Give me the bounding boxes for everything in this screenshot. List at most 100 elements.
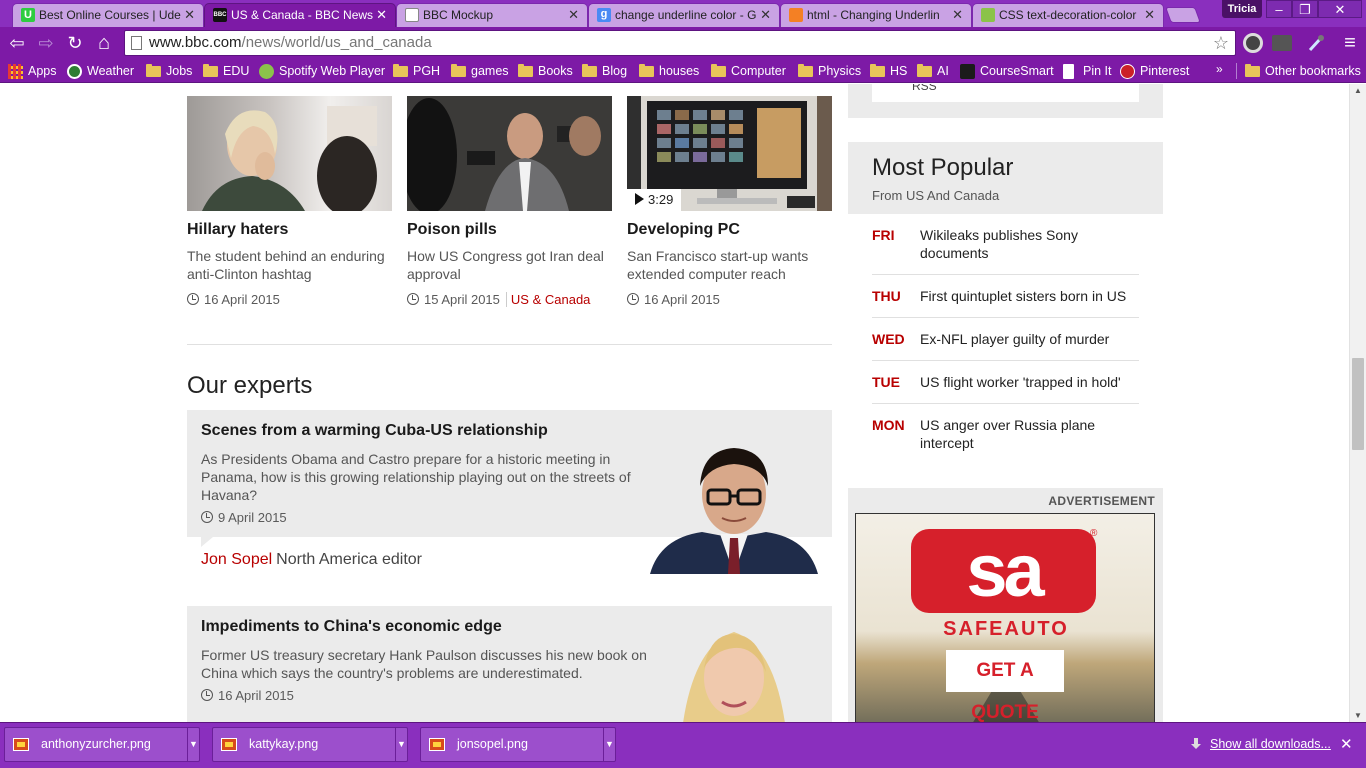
get-a-quote-button[interactable]: GET A QUOTE	[946, 650, 1064, 722]
popular-headline[interactable]: Ex-NFL player guilty of murder	[920, 331, 1109, 347]
tab-close-icon[interactable]: ✕	[184, 4, 195, 26]
address-bar[interactable]: www.bbc.com/news/world/us_and_canada ☆	[124, 30, 1236, 56]
bookmark-books[interactable]: Books	[518, 62, 573, 80]
bbc-favicon-icon: BBC	[213, 8, 227, 22]
download-item[interactable]: anthonyzurcher.png ▼	[4, 727, 200, 762]
popular-headline[interactable]: First quintuplet sisters born in US	[920, 288, 1126, 304]
bookmark-apps[interactable]: Apps	[8, 62, 57, 80]
bookmark-edu[interactable]: EDU	[203, 62, 249, 80]
download-arrow-icon	[1191, 738, 1201, 749]
clapperboard-extension-icon[interactable]	[1272, 35, 1292, 51]
tab-close-icon[interactable]: ✕	[760, 4, 771, 26]
bookmark-pinterest[interactable]: Pinterest	[1120, 62, 1189, 80]
safeauto-logo: sa	[911, 529, 1096, 613]
bookmark-weather[interactable]: Weather	[67, 62, 134, 80]
tab-google-search[interactable]: g change underline color - G ✕	[588, 3, 780, 27]
story-headline[interactable]: Hillary haters	[187, 221, 392, 239]
bookmark-ai[interactable]: AI	[917, 62, 949, 80]
expert-card[interactable]: Scenes from a warming Cuba-US relationsh…	[187, 410, 832, 574]
weather-icon	[67, 64, 82, 79]
profile-button[interactable]: Tricia	[1222, 0, 1262, 18]
scrollbar-thumb[interactable]	[1352, 358, 1364, 450]
maximize-button[interactable]: ❐	[1292, 0, 1318, 18]
download-menu-chevron-icon[interactable]: ▼	[187, 728, 199, 761]
tab-label: US & Canada - BBC News	[231, 8, 374, 22]
clock-icon	[407, 293, 419, 305]
tab-bbc-mockup[interactable]: BBC Mockup ✕	[396, 3, 588, 27]
most-popular-title: Most Popular	[872, 154, 1014, 181]
bookmark-computer[interactable]: Computer	[711, 62, 786, 80]
story-thumbnail[interactable]: 3:29	[627, 96, 832, 211]
bookmark-coursesmart[interactable]: CourseSmart	[960, 62, 1054, 80]
page-scrollbar[interactable]: ▲ ▼	[1349, 84, 1366, 722]
forward-button[interactable]: ⇨	[36, 33, 56, 53]
popular-headline[interactable]: US flight worker 'trapped in hold'	[920, 374, 1121, 390]
home-button[interactable]: ⌂	[94, 33, 114, 53]
bookmark-star-icon[interactable]: ☆	[1213, 31, 1229, 55]
download-item[interactable]: jonsopel.png ▼	[420, 727, 616, 762]
download-menu-chevron-icon[interactable]: ▼	[395, 728, 407, 761]
coursesmart-icon	[960, 64, 975, 79]
scroll-up-arrow-icon[interactable]: ▲	[1354, 86, 1362, 95]
chrome-menu-button[interactable]: ≡	[1340, 33, 1360, 53]
story-card[interactable]: Hillary haters The student behind an end…	[187, 96, 392, 307]
bookmark-jobs[interactable]: Jobs	[146, 62, 192, 80]
story-section-tag[interactable]: US & Canada	[505, 292, 591, 307]
bookmark-spotify[interactable]: Spotify Web Player	[259, 62, 385, 80]
story-card[interactable]: Poison pills How US Congress got Iran de…	[407, 96, 612, 307]
expert-description: Former US treasury secretary Hank Paulso…	[201, 647, 647, 681]
expert-author-link[interactable]: Jon Sopel	[201, 551, 272, 568]
bookmark-pin-it[interactable]: Pin It	[1063, 62, 1112, 80]
chrome-extension-icon[interactable]	[1243, 33, 1263, 53]
story-thumbnail[interactable]	[407, 96, 612, 211]
back-button[interactable]: ⇦	[7, 33, 27, 53]
tab-close-icon[interactable]: ✕	[952, 4, 963, 26]
download-item[interactable]: kattykay.png ▼	[212, 727, 408, 762]
story-headline[interactable]: Poison pills	[407, 221, 612, 239]
eyedropper-extension-icon[interactable]	[1306, 33, 1326, 53]
bookmark-games[interactable]: games	[451, 62, 509, 80]
popular-item[interactable]: FRI Wikileaks publishes Sony documents	[872, 214, 1139, 275]
close-shelf-button[interactable]: ✕	[1340, 735, 1353, 753]
bookmark-physics[interactable]: Physics	[798, 62, 861, 80]
w3-favicon-icon	[981, 8, 995, 22]
story-headline[interactable]: Developing PC	[627, 221, 832, 239]
folder-icon	[1245, 64, 1260, 77]
popular-item[interactable]: THU First quintuplet sisters born in US	[872, 275, 1139, 318]
new-tab-button[interactable]	[1165, 7, 1201, 23]
popular-headline[interactable]: US anger over Russia plane intercept	[920, 417, 1095, 451]
reload-button[interactable]: ↻	[65, 33, 85, 53]
popular-headline[interactable]: Wikileaks publishes Sony documents	[920, 227, 1078, 261]
tab-stackoverflow[interactable]: html - Changing Underlin ✕	[780, 3, 972, 27]
folder-icon	[639, 64, 654, 77]
rss-link[interactable]: RSS	[872, 84, 1139, 102]
tab-close-icon[interactable]: ✕	[568, 4, 579, 26]
download-menu-chevron-icon[interactable]: ▼	[603, 728, 615, 761]
popular-item[interactable]: TUE US flight worker 'trapped in hold'	[872, 361, 1139, 404]
scroll-down-arrow-icon[interactable]: ▼	[1354, 711, 1362, 720]
close-window-button[interactable]: ✕	[1318, 0, 1362, 18]
story-card[interactable]: 3:29 Developing PC San Francisco start-u…	[627, 96, 832, 307]
popular-item[interactable]: MON US anger over Russia plane intercept	[872, 404, 1139, 464]
bookmark-blog[interactable]: Blog	[582, 62, 627, 80]
popular-item[interactable]: WED Ex-NFL player guilty of murder	[872, 318, 1139, 361]
tab-bbc-news[interactable]: BBC US & Canada - BBC News ✕	[204, 3, 396, 27]
bookmark-houses[interactable]: houses	[639, 62, 699, 80]
tab-close-icon[interactable]: ✕	[1144, 4, 1155, 26]
show-all-downloads-link[interactable]: Show all downloads...	[1190, 737, 1331, 751]
safeauto-ad[interactable]: sa ® SAFEAUTO GET A QUOTE	[855, 513, 1155, 722]
minimize-button[interactable]: ‒	[1266, 0, 1292, 18]
url-host: www.bbc.com	[149, 34, 242, 51]
tab-udemy[interactable]: U Best Online Courses | Ude ✕	[12, 3, 204, 27]
safeauto-brand: SAFEAUTO	[943, 618, 1069, 640]
expert-card[interactable]: Impediments to China's economic edge For…	[187, 606, 832, 722]
bookmark-pgh[interactable]: PGH	[393, 62, 440, 80]
tab-close-icon[interactable]: ✕	[376, 4, 387, 26]
story-thumbnail[interactable]	[187, 96, 392, 211]
tab-css-text-decoration[interactable]: CSS text-decoration-color ✕	[972, 3, 1164, 27]
expert-headline[interactable]: Scenes from a warming Cuba-US relationsh…	[201, 422, 818, 440]
bookmarks-overflow-button[interactable]: »	[1216, 62, 1223, 76]
bookmark-other[interactable]: Other bookmarks	[1245, 62, 1361, 80]
bookmark-hs[interactable]: HS	[870, 62, 907, 80]
video-duration-badge[interactable]: 3:29	[627, 189, 682, 211]
